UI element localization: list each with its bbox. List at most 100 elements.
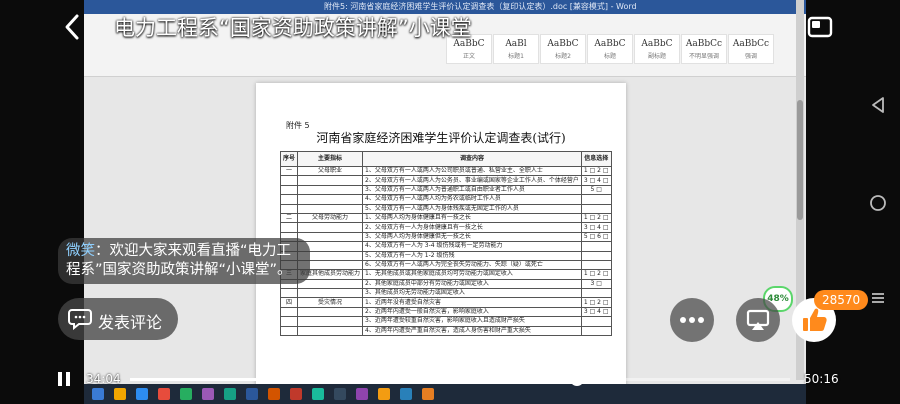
taskbar-app-icon[interactable] <box>378 388 390 400</box>
table-row: 四受灾情况 1、近两年没有遭受自然灾害 1 □ 2 □ <box>279 297 612 308</box>
table-row: 4、父母双方有一人或两人均为务农或临时工作人员 <box>279 194 612 205</box>
style-name: 不明显强调 <box>688 53 719 60</box>
table-cell-option: 1 □ 2 □ <box>580 165 612 177</box>
table-row: 3、近两年遭受较重自然灾害，影响家庭收入且造成财产损失 <box>279 316 612 327</box>
table-cell-indicator <box>297 194 364 205</box>
table-cell-option: 3 □ 4 □ <box>580 306 612 318</box>
style-gallery-item[interactable]: AaBbC 标题2 <box>540 34 586 64</box>
style-name: 正文 <box>462 53 475 60</box>
taskbar-app-icon[interactable] <box>400 388 412 400</box>
table-cell-option: 1 □ 2 □ <box>580 212 612 224</box>
style-name: 标题 <box>603 53 616 60</box>
document-title: 河南省家庭经济困难学生评价认定调查表(试行) <box>316 131 566 145</box>
survey-body: 一父母职业 1、父母双方有一人或两人为公司职员或普通、私营业主、全职人士 1 □ 2… <box>279 165 612 337</box>
style-gallery-item[interactable]: AaBbCc 不明显强调 <box>681 34 727 64</box>
style-preview: AaBbC <box>547 39 579 49</box>
table-cell-index <box>279 184 299 196</box>
taskbar-app-icon[interactable] <box>246 388 258 400</box>
table-cell-content: 1、无其他成员或其他家庭成员均可劳动能力或固定收入 <box>362 269 582 280</box>
taskbar-app-icon[interactable] <box>334 388 346 400</box>
table-row: 3、其他成员均无劳动能力或固定收入 <box>279 288 612 299</box>
total-time: 50:16 <box>804 372 839 386</box>
recents-menu-icon[interactable] <box>870 290 886 306</box>
table-cell-indicator <box>297 222 364 233</box>
taskbar-app-icon[interactable] <box>158 388 170 400</box>
table-row: 2、父母双方有一人或两人为公务员、事业编或国家等企业工作人员、个体经营户 3 □ … <box>279 175 612 186</box>
table-cell-indicator <box>297 175 364 186</box>
back-triangle-icon[interactable] <box>870 96 886 114</box>
column-header: 调查内容 <box>362 151 582 167</box>
style-gallery-item[interactable]: AaBbC 标题 <box>587 34 633 64</box>
cast-button[interactable] <box>736 298 780 342</box>
table-header-row: 序号 主要指标 调查内容 信息选择 <box>279 151 612 167</box>
table-cell-option <box>580 241 612 252</box>
style-gallery-item[interactable]: AaBl 标题1 <box>493 34 539 64</box>
more-button[interactable] <box>670 298 714 342</box>
comment-label: 发表评论 <box>98 313 163 332</box>
table-cell-index: 四 <box>279 297 299 308</box>
table-cell-indicator <box>297 278 364 290</box>
table-cell-index <box>279 325 299 337</box>
table-row: 三家庭其他成员劳动能力1、无其他成员或其他家庭成员均可劳动能力或固定收入1 □ … <box>279 269 612 280</box>
taskbar-app-icon[interactable] <box>114 388 126 400</box>
mini-window-button[interactable] <box>806 14 834 42</box>
table-cell-index <box>279 203 299 214</box>
taskbar-app-icon[interactable] <box>180 388 192 400</box>
word-scrollbar-thumb[interactable] <box>797 100 803 220</box>
table-row: 4、近两年内遭受严重自然灾害，造成人身伤害和财产重大损失 <box>279 325 612 337</box>
taskbar-app-icon[interactable] <box>202 388 214 400</box>
chat-username[interactable]: 微笑 <box>66 243 95 259</box>
document-page: 附件 5 河南省家庭经济困难学生评价认定调查表(试行) 序号 主要指标 调查内容… <box>256 83 626 403</box>
style-preview: AaBbC <box>594 39 626 49</box>
table-cell-indicator <box>297 288 364 299</box>
taskbar-app-icon[interactable] <box>268 388 280 400</box>
taskbar-app-icon[interactable] <box>224 388 236 400</box>
taskbar-app-icon[interactable] <box>422 388 434 400</box>
word-window-title: 附件5: 河南省家庭经济困难学生评价认定调查表（复印认定表）.doc [兼容模式… <box>324 2 637 11</box>
taskbar-app-icon[interactable] <box>290 388 302 400</box>
comment-icon <box>68 309 92 330</box>
table-cell-index: 一 <box>279 165 299 177</box>
screen-cast-icon <box>746 309 770 330</box>
style-gallery-item[interactable]: AaBbC 副标题 <box>634 34 680 64</box>
table-cell-indicator <box>297 231 364 243</box>
table-cell-content: 3、其他成员均无劳动能力或固定收入 <box>362 288 582 299</box>
table-row: 3、父母两人均为身体健康但无一技之长 5 □ 6 □ <box>279 231 612 243</box>
taskbar-app-icon[interactable] <box>356 388 368 400</box>
table-cell-indicator: 受灾情况 <box>297 297 364 308</box>
back-button[interactable] <box>60 10 86 44</box>
table-cell-index: 二 <box>279 212 299 224</box>
style-gallery-item[interactable]: AaBbCc 强调 <box>728 34 774 64</box>
table-cell-index <box>279 288 299 299</box>
home-circle-icon[interactable] <box>869 194 887 212</box>
table-row: 2、近两年内遭受一般自然灾害，影响家庭收入 3 □ 4 □ <box>279 306 612 318</box>
table-row: 5、父母双方有一人或两人为身体残疾或无固定工作的人员 <box>279 203 612 214</box>
table-cell-indicator: 父母职业 <box>297 165 364 177</box>
table-row: 一父母职业 1、父母双方有一人或两人为公司职员或普通、私营业主、全职人士 1 □ 2… <box>279 165 612 177</box>
style-name: 副标题 <box>647 53 666 60</box>
table-cell-indicator <box>297 184 364 196</box>
table-cell-option <box>580 250 612 261</box>
windows-taskbar <box>84 384 806 404</box>
table-cell-indicator <box>297 325 364 337</box>
table-cell-index <box>279 306 299 318</box>
table-cell-indicator <box>297 203 364 214</box>
comment-button[interactable]: 发表评论 <box>58 298 178 340</box>
table-cell-indicator: 父母劳动能力 <box>297 212 364 224</box>
pause-button[interactable] <box>56 370 72 388</box>
table-cell-index <box>279 175 299 186</box>
taskbar-app-icon[interactable] <box>92 388 104 400</box>
taskbar-app-icon[interactable] <box>312 388 324 400</box>
column-header: 序号 <box>279 151 299 167</box>
live-player: 附件5: 河南省家庭经济困难学生评价认定调查表（复印认定表）.doc [兼容模式… <box>0 0 900 404</box>
progress-bar[interactable] <box>130 372 790 386</box>
table-cell-option: 1 □ 2 □ <box>580 269 612 280</box>
table-cell-content: 6、父母双方有一人或两人为完全丧失劳动能力、失踪（疑）或死亡 <box>362 259 582 271</box>
table-cell-option: 3 □ <box>580 278 612 290</box>
more-dots-icon <box>680 317 704 323</box>
taskbar-app-icon[interactable] <box>136 388 148 400</box>
table-cell-index <box>279 222 299 233</box>
table-cell-content: 1、父母双方有一人或两人为公司职员或普通、私营业主、全职人士 <box>362 165 582 177</box>
video-frame[interactable]: 附件5: 河南省家庭经济困难学生评价认定调查表（复印认定表）.doc [兼容模式… <box>84 0 806 404</box>
table-row: 5、父母双方有一人为 1-2 级伤残 <box>279 250 612 261</box>
